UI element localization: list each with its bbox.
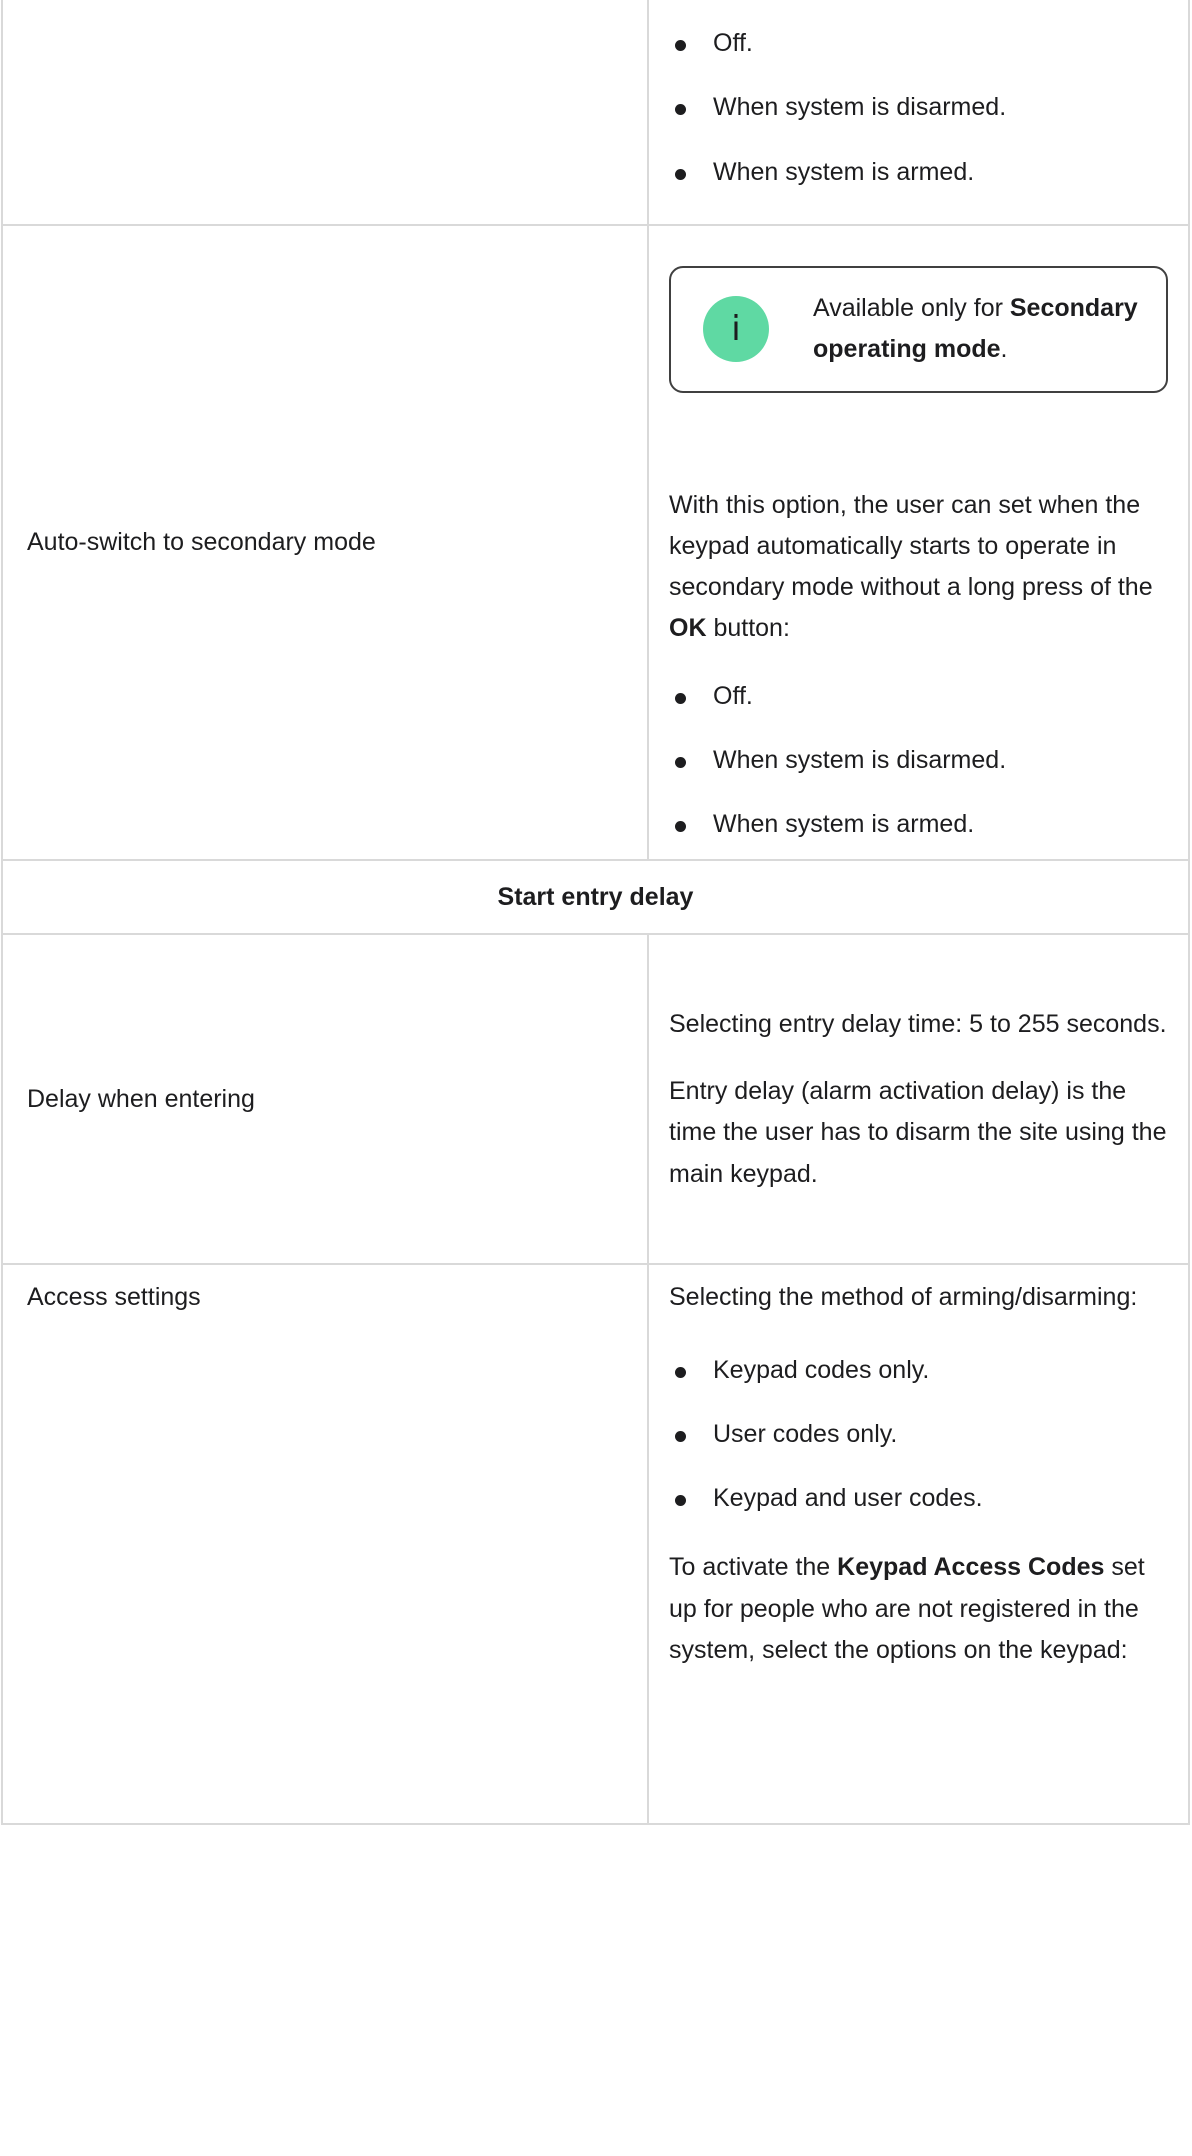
description-text-suffix: button: xyxy=(706,614,790,643)
setting-name-cell xyxy=(1,0,649,226)
setting-name-cell: Access settings xyxy=(1,1263,649,1826)
list-item: When system is disarmed. xyxy=(669,87,1168,128)
setting-description: Entry delay (alarm activation delay) is … xyxy=(669,1077,1167,1188)
options-list: Keypad codes only. User codes only. Keyp… xyxy=(669,1350,1168,1520)
list-item: When system is armed. xyxy=(669,804,1168,845)
list-item: Off. xyxy=(669,23,1168,64)
table-row: Off. When system is disarmed. When syste… xyxy=(1,0,1190,226)
setting-name: Access settings xyxy=(27,1283,201,1312)
setting-name: Delay when entering xyxy=(27,1084,255,1113)
setting-description: With this option, the user can set when … xyxy=(669,485,1168,650)
table-row: Delay when entering Selecting entry dela… xyxy=(1,933,1190,1266)
setting-description: Selecting entry delay time: 5 to 255 sec… xyxy=(669,1009,1167,1038)
options-list: Off. When system is disarmed. When syste… xyxy=(669,676,1168,846)
note-text-prefix: Available only for xyxy=(813,294,1010,322)
description-text: With this option, the user can set when … xyxy=(669,490,1153,602)
setting-desc-cell: Selecting entry delay time: 5 to 255 sec… xyxy=(647,933,1190,1266)
setting-description: Selecting the method of arming/disarming… xyxy=(669,1283,1138,1312)
section-title: Start entry delay xyxy=(497,882,694,911)
options-list: Off. When system is disarmed. When syste… xyxy=(669,23,1168,193)
note-text-suffix: . xyxy=(1000,335,1008,364)
setting-name-cell: Delay when entering xyxy=(1,933,649,1266)
table-row: Auto-switch to secondary mode i Availabl… xyxy=(1,223,1190,862)
section-header: Start entry delay xyxy=(1,859,1190,936)
list-item: When system is disarmed. xyxy=(669,740,1168,781)
setting-desc-cell: Off. When system is disarmed. When syste… xyxy=(647,0,1190,226)
description-bold: OK xyxy=(669,614,707,643)
settings-page: Off. When system is disarmed. When syste… xyxy=(0,0,1192,2156)
setting-desc-cell: Selecting the method of arming/disarming… xyxy=(647,1263,1190,1826)
info-note: i Available only for Secondary operating… xyxy=(669,266,1168,393)
note-text: Available only for Secondary operating m… xyxy=(813,288,1142,371)
info-icon: i xyxy=(703,296,769,363)
list-item: When system is armed. xyxy=(669,152,1168,193)
list-item: User codes only. xyxy=(669,1414,1168,1455)
description-text: To activate the xyxy=(669,1553,838,1582)
settings-table: Off. When system is disarmed. When syste… xyxy=(1,0,1190,1826)
setting-name-cell: Auto-switch to secondary mode xyxy=(1,223,649,862)
list-item: Keypad codes only. xyxy=(669,1350,1168,1391)
table-row: Access settings Selecting the method of … xyxy=(1,1263,1190,1826)
list-item: Off. xyxy=(669,676,1168,717)
setting-description: To activate the Keypad Access Codes set … xyxy=(669,1547,1168,1671)
list-item: Keypad and user codes. xyxy=(669,1478,1168,1519)
description-bold: Keypad Access Codes xyxy=(837,1553,1105,1582)
table-row: Start entry delay xyxy=(1,859,1190,936)
setting-name: Auto-switch to secondary mode xyxy=(27,528,376,556)
setting-desc-cell: i Available only for Secondary operating… xyxy=(647,223,1190,862)
